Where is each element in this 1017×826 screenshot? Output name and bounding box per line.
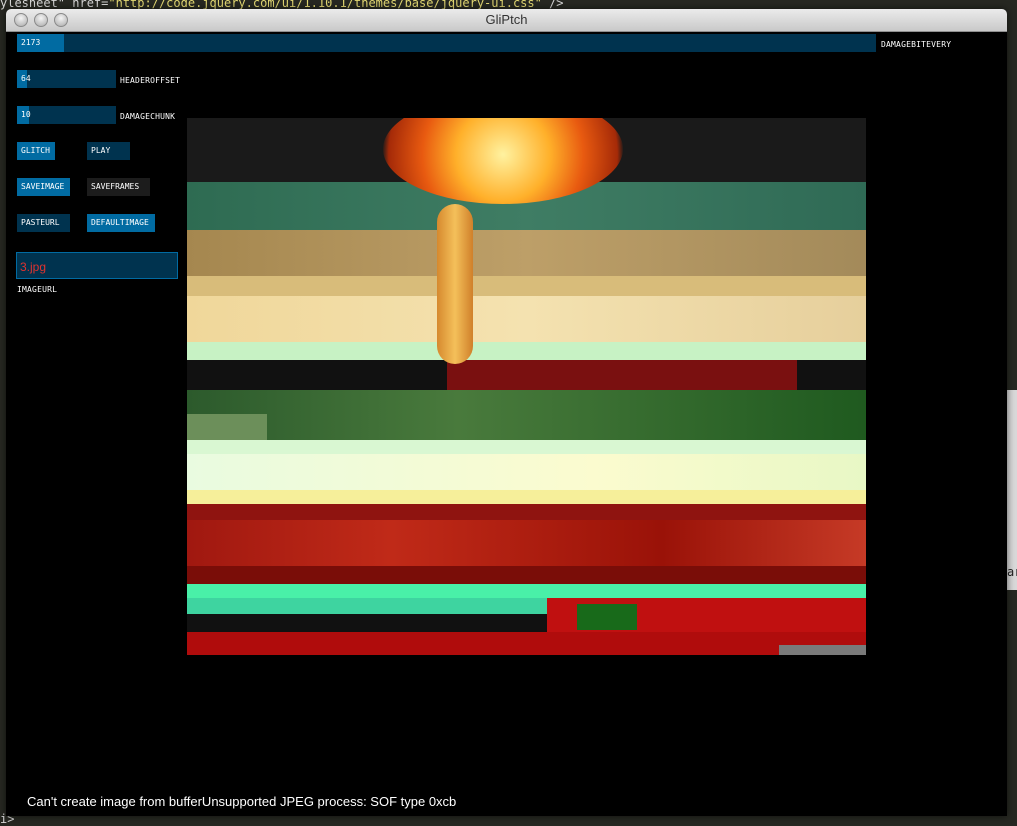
glitched-image <box>187 118 866 655</box>
damagebitevery-label: DAMAGEBITEVERY <box>881 40 952 49</box>
pasteurl-button[interactable]: PASTEURL <box>17 214 70 232</box>
background-window-edge <box>1007 390 1017 590</box>
gliptch-window: GliPtch 2173 DAMAGEBITEVERY 64 HEADEROFF… <box>6 9 1007 816</box>
damagechunk-value: 10 <box>21 110 31 119</box>
saveframes-button[interactable]: SAVEFRAMES <box>87 178 150 196</box>
play-button[interactable]: PLAY <box>87 142 130 160</box>
headeroffset-slider[interactable]: 64 <box>17 70 116 88</box>
window-title: GliPtch <box>485 12 528 27</box>
imageurl-label: IMAGEURL <box>17 285 58 294</box>
error-status-message: Can't create image from bufferUnsupporte… <box>27 794 457 809</box>
damagebitevery-slider[interactable]: 2173 <box>17 34 876 52</box>
damagechunk-label: DAMAGECHUNK <box>120 112 176 121</box>
editor-right-fragment: ar <box>1007 565 1017 579</box>
damagebitevery-value: 2173 <box>21 38 41 47</box>
glitch-button[interactable]: GLITCH <box>17 142 55 160</box>
saveimage-button[interactable]: SAVEIMAGE <box>17 178 70 196</box>
headeroffset-value: 64 <box>21 74 31 83</box>
sketch-canvas-area: 2173 DAMAGEBITEVERY 64 HEADEROFFSET 10 D… <box>6 32 1007 816</box>
defaultimage-button[interactable]: DEFAULTIMAGE <box>87 214 155 232</box>
headeroffset-label: HEADEROFFSET <box>120 76 181 85</box>
title-bar[interactable]: GliPtch <box>6 9 1007 32</box>
damagechunk-slider[interactable]: 10 <box>17 106 116 124</box>
imageurl-input[interactable]: 3.jpg <box>16 252 178 279</box>
